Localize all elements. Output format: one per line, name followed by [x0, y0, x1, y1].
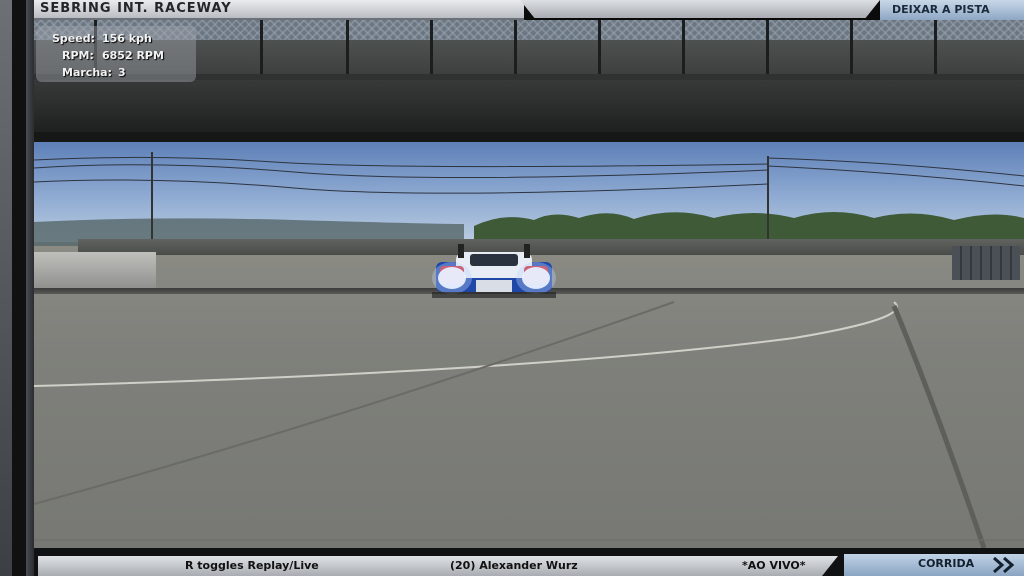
- driver-name: (20) Alexander Wurz: [450, 559, 578, 572]
- live-indicator: *AO VIVO*: [742, 559, 806, 572]
- track-markings: [34, 301, 1024, 548]
- leave-track-label: DEIXAR A PISTA: [892, 3, 990, 16]
- gear-value: 3: [118, 66, 126, 79]
- gear-label: Marcha:: [62, 66, 112, 79]
- track-title-tab: SEBRING INT. RACEWAY: [34, 0, 524, 20]
- telemetry-overlay: Speed: 156 kph RPM: 6852 RPM Marcha: 3: [36, 26, 196, 82]
- power-lines: [34, 152, 1024, 242]
- speed-label: Speed:: [52, 32, 95, 45]
- window-frame-left: [0, 0, 12, 576]
- leave-track-button[interactable]: DEIXAR A PISTA: [880, 0, 1024, 20]
- track-scene: [34, 142, 1024, 548]
- race-camera-view: [34, 20, 1024, 548]
- race-label: CORRIDA: [918, 557, 975, 570]
- speed-value: 156 kph: [102, 32, 152, 45]
- race-car: [432, 244, 556, 298]
- double-chevron-right-icon: [993, 556, 1015, 574]
- replay-hint: R toggles Replay/Live: [185, 559, 319, 572]
- window-frame-inner: [26, 0, 34, 576]
- track-name: SEBRING INT. RACEWAY: [40, 1, 232, 16]
- bottom-bar: R toggles Replay/Live (20) Alexander Wur…: [34, 548, 1024, 576]
- race-button[interactable]: CORRIDA: [844, 554, 1024, 576]
- tyre-stack: [952, 246, 1020, 280]
- rpm-label: RPM:: [62, 49, 94, 62]
- title-tab-extension: [520, 0, 880, 18]
- status-strip: R toggles Replay/Live (20) Alexander Wur…: [38, 556, 838, 576]
- top-bar: SEBRING INT. RACEWAY DEIXAR A PISTA: [34, 0, 1024, 20]
- rpm-value: 6852 RPM: [102, 49, 164, 62]
- window-frame-gap: [12, 0, 26, 576]
